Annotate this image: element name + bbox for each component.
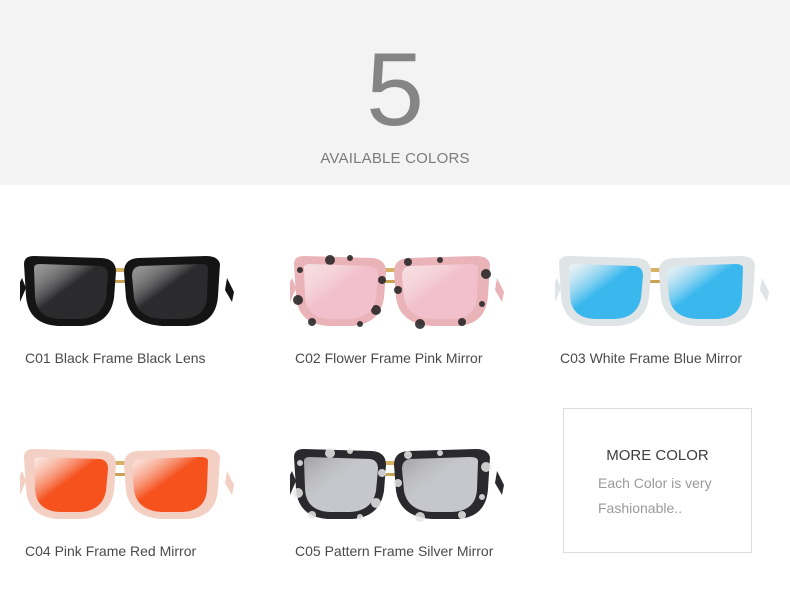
frame-pattern-spot bbox=[347, 255, 353, 261]
frame-pattern-spot bbox=[394, 286, 402, 294]
product-c03: C03 White Frame Blue Mirror bbox=[555, 250, 790, 380]
more-color-description: Each Color is very Fashionable.. bbox=[598, 475, 712, 516]
sunglasses-image bbox=[290, 448, 504, 522]
temple-right bbox=[225, 278, 234, 302]
product-c01: C01 Black Frame Black Lens bbox=[20, 250, 270, 380]
frame-pattern-spot bbox=[325, 448, 335, 458]
lens-left bbox=[304, 264, 378, 319]
lens-right bbox=[667, 264, 743, 319]
lens-left bbox=[304, 457, 378, 512]
temple-right bbox=[495, 471, 504, 495]
more-color-box[interactable]: MORE COLOR Each Color is very Fashionabl… bbox=[563, 408, 752, 553]
frame-pattern-spot bbox=[297, 460, 303, 466]
frame-pattern-spot bbox=[479, 301, 485, 307]
frame-pattern-spot bbox=[404, 258, 412, 266]
lens-right bbox=[402, 264, 478, 319]
sunglasses-image bbox=[290, 255, 504, 329]
frame-pattern-spot bbox=[357, 514, 363, 520]
frame-pattern-spot bbox=[481, 462, 491, 472]
frame-pattern-spot bbox=[308, 511, 316, 519]
temple-right bbox=[225, 471, 234, 495]
frame-pattern-spot bbox=[458, 511, 466, 519]
lens-right bbox=[132, 264, 208, 319]
frame-pattern-spot bbox=[415, 512, 425, 522]
product-caption: C05 Pattern Frame Silver Mirror bbox=[295, 543, 494, 559]
product-c04: C04 Pink Frame Red Mirror bbox=[20, 443, 270, 573]
frame-pattern-spot bbox=[293, 488, 303, 498]
frame-pattern-spot bbox=[293, 295, 303, 305]
product-c05: C05 Pattern Frame Silver Mirror bbox=[290, 443, 540, 573]
frame-pattern-spot bbox=[347, 448, 353, 454]
product-c02: C02 Flower Frame Pink Mirror bbox=[290, 250, 540, 380]
lens-right bbox=[132, 457, 208, 512]
product-caption: C01 Black Frame Black Lens bbox=[25, 350, 206, 366]
frame-pattern-spot bbox=[325, 255, 335, 265]
frame-pattern-spot bbox=[297, 267, 303, 273]
sunglasses-image bbox=[20, 256, 234, 326]
sunglasses-image bbox=[555, 256, 769, 326]
frame-pattern-spot bbox=[481, 269, 491, 279]
lens-left bbox=[569, 264, 643, 319]
temple-right bbox=[760, 278, 769, 302]
temple-left bbox=[555, 278, 561, 302]
frame-pattern-spot bbox=[415, 319, 425, 329]
frame-pattern-spot bbox=[378, 469, 386, 477]
sunglasses-image bbox=[20, 449, 234, 519]
frame-pattern-spot bbox=[437, 257, 443, 263]
header-banner: 5 AVAILABLE COLORS bbox=[0, 0, 790, 185]
frame-pattern-spot bbox=[404, 451, 412, 459]
frame-pattern-spot bbox=[458, 318, 466, 326]
frame-pattern-spot bbox=[308, 318, 316, 326]
frame-pattern-spot bbox=[479, 494, 485, 500]
frame-pattern-spot bbox=[378, 276, 386, 284]
lens-left bbox=[34, 264, 108, 319]
temple-right bbox=[495, 278, 504, 302]
product-caption: C03 White Frame Blue Mirror bbox=[560, 350, 743, 366]
frame-pattern-spot bbox=[437, 450, 443, 456]
header-subtitle: AVAILABLE COLORS bbox=[320, 150, 470, 167]
lens-right bbox=[402, 457, 478, 512]
product-caption: C04 Pink Frame Red Mirror bbox=[25, 543, 197, 559]
lens-left bbox=[34, 457, 108, 512]
color-count: 5 bbox=[366, 32, 424, 148]
frame-pattern-spot bbox=[357, 321, 363, 327]
product-caption: C02 Flower Frame Pink Mirror bbox=[295, 350, 483, 366]
frame-pattern-spot bbox=[394, 479, 402, 487]
more-color-title: MORE COLOR bbox=[606, 447, 709, 464]
